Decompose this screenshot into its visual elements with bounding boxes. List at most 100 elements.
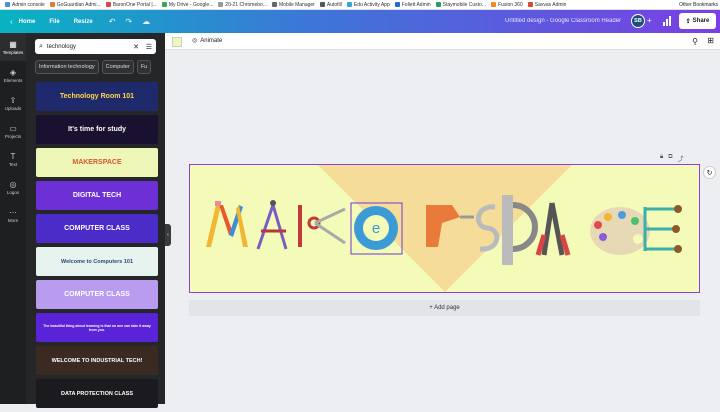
bookmark-item[interactable]: Autofill <box>319 2 342 8</box>
bookmark-label: Edu Activity App <box>353 1 390 8</box>
rail-item-uploads[interactable]: ⇪ Uploads <box>0 89 26 117</box>
suggestion-chip[interactable]: Information technology <box>35 60 99 74</box>
redo-icon[interactable]: ↷ <box>125 17 132 26</box>
makerspace-artwork: e <box>206 165 682 292</box>
bookmark-favicon-icon <box>346 2 352 7</box>
rail-item-logos[interactable]: ◎ Logos <box>0 173 26 201</box>
back-chevron-icon[interactable]: ‹ <box>10 17 13 26</box>
template-thumbnail-text: WELCOME TO INDUSTRIAL TECH! <box>51 357 143 364</box>
refresh-icon[interactable]: ↻ <box>703 166 716 179</box>
bookmark-label: Fusion 360 <box>498 1 523 8</box>
template-thumbnail[interactable]: It's time for study <box>36 115 158 144</box>
cloud-save-icon[interactable]: ☁ <box>142 17 150 26</box>
rail-item-projects[interactable]: ▭ Projects <box>0 117 26 145</box>
bookmark-label: Savvas Admin <box>534 1 567 8</box>
file-menu[interactable]: File <box>49 19 59 25</box>
bookmark-item[interactable]: GoGuardian Admi... <box>49 2 101 8</box>
editor-toolbar: ◎ Animate ⚲ ⊞ <box>165 33 720 50</box>
clear-icon[interactable]: ✕ <box>133 43 139 51</box>
insights-icon[interactable] <box>661 14 675 28</box>
duplicate-page-icon[interactable]: ⧉ <box>668 154 672 163</box>
side-rail: ▦ Templates ◈ Elements ⇪ Uploads ▭ Projects T Tex… <box>0 33 26 404</box>
bookmark-label: Mobile Manager <box>279 1 315 8</box>
add-page-icon[interactable]: ⤴ <box>678 154 684 163</box>
bookmark-favicon-icon <box>105 2 111 7</box>
template-thumbnail-text: COMPUTER CLASS <box>64 291 130 298</box>
bookmark-favicon-icon <box>218 2 224 7</box>
bookmark-item[interactable]: Fusion 360 <box>491 2 523 8</box>
bookmark-favicon-icon <box>527 2 533 7</box>
rail-item-label: Logos <box>6 189 20 195</box>
share-button[interactable]: ⇪ Share <box>679 13 716 29</box>
template-thumbnail[interactable]: COMPUTER CLASS <box>36 214 158 243</box>
bookmark-item[interactable]: Admin console <box>5 2 45 8</box>
bookmark-item[interactable]: Savvas Admin <box>527 1 567 8</box>
bookmark-favicon-icon <box>49 2 55 7</box>
bookmark-item[interactable]: Follett Admin <box>394 1 431 8</box>
template-thumbnail[interactable]: DIGITAL TECH <box>36 181 158 210</box>
bookmarks-bar: Admin console GoGuardian Admi... BaronOne … <box>0 0 720 10</box>
templates-panel: ⌕ technology ✕ ☰ Information technology C… <box>26 33 165 408</box>
collapse-panel-handle[interactable]: ‹ <box>165 224 171 246</box>
resize-menu[interactable]: Resize <box>74 19 93 25</box>
logos-icon: ◎ <box>9 179 17 189</box>
paint-format-icon[interactable]: ⚲ <box>692 37 698 46</box>
bookmark-item[interactable]: My Drive - Google... <box>161 2 213 8</box>
template-thumbnail[interactable]: Welcome to Computers 101 <box>36 247 158 276</box>
rail-item-templates[interactable]: ▦ Templates <box>0 33 26 61</box>
bookmark-favicon-icon <box>319 2 325 7</box>
home-button[interactable]: Home <box>19 19 36 25</box>
suggestion-chip[interactable]: Computer <box>101 60 134 74</box>
rail-item-label: Uploads <box>4 105 22 111</box>
elements-icon: ◈ <box>9 67 17 77</box>
bookmark-favicon-icon <box>491 2 496 7</box>
bookmark-item[interactable]: 20-21 Chromebo... <box>218 2 267 8</box>
bookmark-item[interactable]: Edu Activity App <box>346 1 390 8</box>
template-thumbnail-text: It's time for study <box>67 126 127 133</box>
letter-m-pencils <box>206 201 248 247</box>
top-bar: ‹ Home File Resize ↶ ↷ ☁ Untitled design… <box>0 10 720 33</box>
undo-icon[interactable]: ↶ <box>109 17 116 26</box>
search-input[interactable]: ⌕ technology ✕ ☰ <box>35 39 156 54</box>
other-bookmarks-label: Other Bookmarks <box>679 2 718 8</box>
document-title[interactable]: Untitled design - Google Classroom Heade… <box>505 18 621 24</box>
template-thumbnail[interactable]: Technology Room 101 <box>36 82 158 111</box>
letter-a-compass <box>256 200 288 250</box>
bookmark-item[interactable]: Staymobile Custo... <box>435 1 486 8</box>
bookmark-label: Follett Admin <box>401 1 431 8</box>
rail-item-text[interactable]: T Text <box>0 145 26 173</box>
template-thumbnail-text: Welcome to Computers 101 <box>60 258 134 265</box>
template-thumbnail-text: Technology Room 101 <box>59 93 135 100</box>
add-people-icon[interactable]: + <box>647 16 652 25</box>
svg-text:e: e <box>372 220 380 237</box>
other-bookmarks[interactable]: Other Bookmarks <box>676 0 718 9</box>
suggestion-chip[interactable]: Fu <box>136 60 152 74</box>
template-thumbnail[interactable]: The beautiful thing about learning is th… <box>36 313 158 342</box>
bookmark-label: BaronOne Portal |... <box>112 1 157 8</box>
rail-item-more[interactable]: ⋯ More <box>0 201 26 229</box>
bookmark-favicon-icon <box>5 2 10 7</box>
avatar[interactable]: SB <box>631 14 645 28</box>
template-thumbnail[interactable]: COMPUTER CLASS <box>36 280 158 309</box>
letter-c-palette <box>590 207 650 255</box>
bookmark-favicon-icon <box>435 2 441 7</box>
animate-button[interactable]: ◎ Animate <box>192 37 222 45</box>
template-thumbnail[interactable]: MAKERSPACE <box>36 148 158 177</box>
projects-icon: ▭ <box>9 123 17 133</box>
share-label: Share <box>692 18 710 24</box>
add-page-button[interactable]: + Add page <box>189 300 700 316</box>
uploads-icon: ⇪ <box>9 95 17 105</box>
bookmark-label: Staymobile Custo... <box>442 1 486 8</box>
suggestion-chips: Information technology Computer Fu <box>35 60 157 74</box>
rail-item-elements[interactable]: ◈ Elements <box>0 61 26 89</box>
bookmark-item[interactable]: BaronOne Portal |... <box>105 1 157 8</box>
position-icon[interactable]: ⊞ <box>707 36 714 45</box>
bookmark-item[interactable]: Mobile Manager <box>272 2 315 8</box>
filter-icon[interactable]: ☰ <box>146 43 152 51</box>
template-thumbnail[interactable]: WELCOME TO INDUSTRIAL TECH! <box>36 346 158 375</box>
rail-item-label: Elements <box>3 77 23 83</box>
lock-icon[interactable]: 🔒︎ <box>660 154 663 163</box>
design-canvas[interactable]: e <box>189 164 700 293</box>
background-color-swatch[interactable] <box>172 37 182 47</box>
template-thumbnail-text: The beautiful thing about learning is th… <box>43 323 151 332</box>
